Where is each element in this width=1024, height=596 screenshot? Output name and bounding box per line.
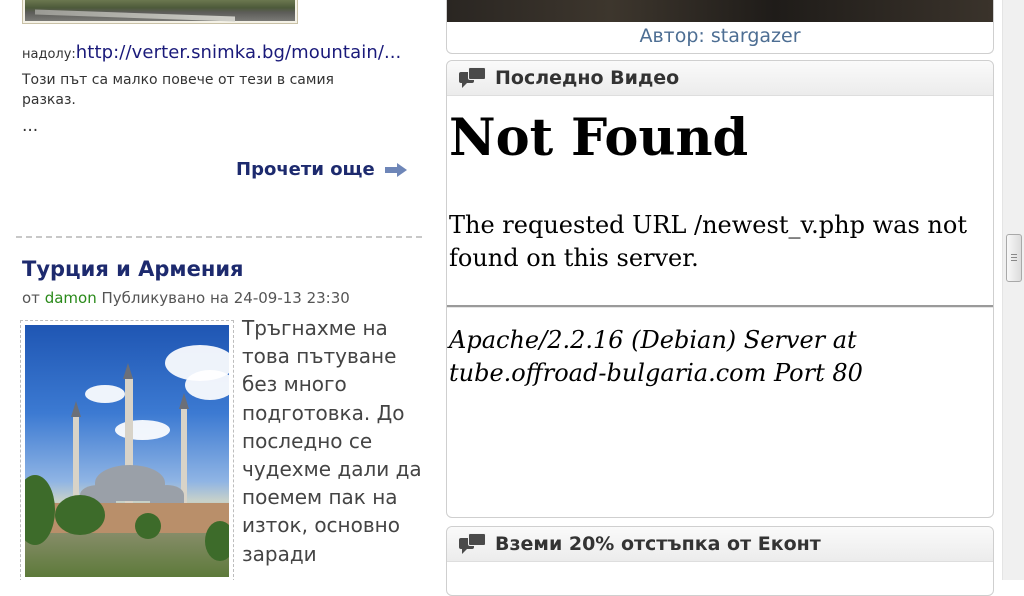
featured-photo[interactable] <box>447 0 993 22</box>
widget-title: Вземи 20% отстъпка от Еконт <box>495 533 821 555</box>
econt-discount-widget: Вземи 20% отстъпка от Еконт <box>446 526 994 596</box>
post-date: Публикувано на 24-09-13 23:30 <box>101 289 350 307</box>
server-signature: Apache/2.2.16 (Debian) Server at tube.of… <box>449 326 863 387</box>
link-line: надолу:http://verter.snimka.bg/mountain/… <box>22 42 401 63</box>
latest-video-widget: Последно Видео Not Found The requested U… <box>446 60 994 518</box>
widget-header: Вземи 20% отстъпка от Еконт <box>447 527 993 562</box>
post-meta-from: от <box>22 289 40 307</box>
excerpt-ellipsis: ... <box>22 116 39 136</box>
chat-bubbles-icon <box>459 533 486 555</box>
widget-header: Последно Видео <box>447 61 993 96</box>
post-title[interactable]: Турция и Армения <box>22 257 244 281</box>
mosque-photo <box>25 325 229 577</box>
photo-author-caption[interactable]: Автор: stargazer <box>447 25 993 47</box>
post-author-link[interactable]: damon <box>45 289 97 307</box>
arrow-right-icon <box>384 162 407 177</box>
post-excerpt: Тръгнахме на това пътуване без много под… <box>242 316 422 566</box>
read-more-link[interactable]: Прочети още <box>236 159 407 180</box>
read-more-label: Прочети още <box>236 159 375 180</box>
left-column: надолу:http://verter.snimka.bg/mountain/… <box>0 0 438 580</box>
photo-album-link-tail[interactable]: ... <box>384 42 401 63</box>
error-message: The requested URL /newest_v.php was not … <box>449 211 967 272</box>
video-frame: Not Found The requested URL /newest_v.ph… <box>447 96 993 516</box>
error-divider <box>447 305 993 308</box>
post-meta: от damon Публикувано на 24-09-13 23:30 <box>22 289 350 307</box>
photo-album-link[interactable]: http://verter.snimka.bg/mountain/ <box>76 42 384 63</box>
error-heading: Not Found <box>449 108 749 168</box>
photo-widget: Автор: stargazer <box>446 0 994 54</box>
scrollbar-thumb[interactable] <box>1006 234 1022 282</box>
post-image[interactable] <box>20 320 234 580</box>
chat-bubbles-icon <box>459 67 486 89</box>
previous-post-image[interactable] <box>22 0 298 24</box>
widget-title: Последно Видео <box>495 67 680 89</box>
link-prefix: надолу: <box>22 47 76 62</box>
post-divider <box>16 236 422 238</box>
vertical-scrollbar[interactable] <box>1002 0 1024 580</box>
excerpt-paragraph: Този път са малко повече от тези в самия… <box>22 72 334 108</box>
